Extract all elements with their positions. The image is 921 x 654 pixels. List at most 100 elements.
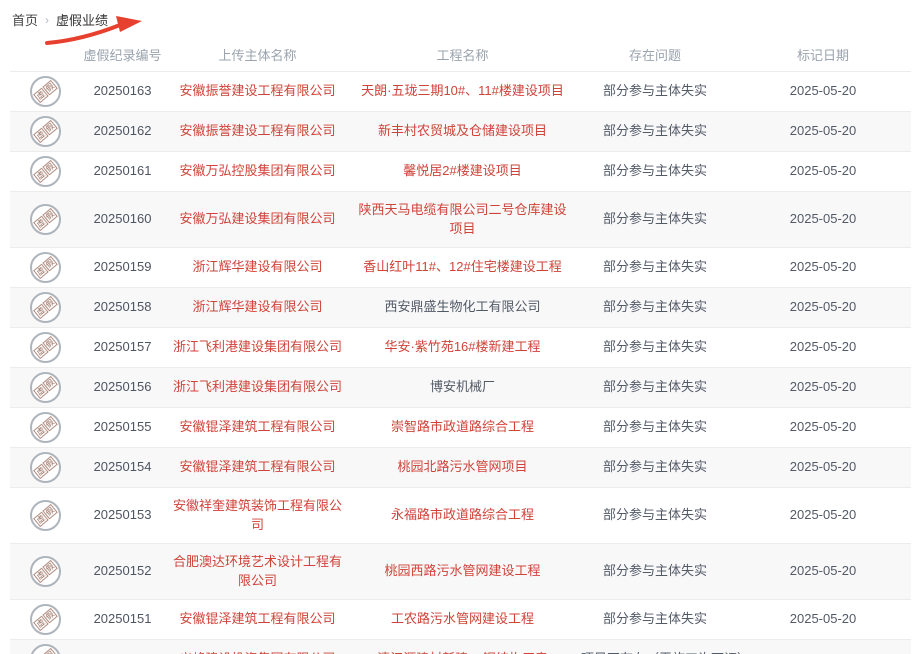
mark-date: 2025-05-20 (735, 599, 911, 639)
fake-records-table: 虚假纪录编号 上传主体名称 工程名称 存在问题 标记日期 虚假 20250163… (10, 39, 911, 654)
record-number: 20250150 (80, 639, 165, 654)
company-link[interactable]: 安徽万弘控股集团有限公司 (179, 163, 335, 178)
problem-text: 部分参与主体失实 (575, 151, 735, 191)
mark-date: 2025-05-20 (735, 191, 911, 247)
problem-text: 部分参与主体失实 (575, 287, 735, 327)
header-icon-spacer (10, 39, 80, 71)
problem-text: 部分参与主体失实 (575, 407, 735, 447)
problem-text: 项目不存在（无施工许可证） (575, 639, 735, 654)
company-link[interactable]: 安徽振誉建设工程有限公司 (179, 123, 335, 138)
problem-text: 部分参与主体失实 (575, 447, 735, 487)
project-link[interactable]: 博安机械厂 (430, 379, 495, 394)
table-header-row: 虚假纪录编号 上传主体名称 工程名称 存在问题 标记日期 (10, 39, 911, 71)
problem-text: 部分参与主体失实 (575, 247, 735, 287)
table-row[interactable]: 虚假 20250157 浙江飞利港建设集团有限公司 华安·紫竹苑16#楼新建工程… (10, 327, 911, 367)
project-link[interactable]: 桃园北路污水管网项目 (397, 459, 527, 474)
problem-text: 部分参与主体失实 (575, 599, 735, 639)
header-problem: 存在问题 (575, 39, 735, 71)
fake-stamp-icon: 虚假 (30, 332, 61, 363)
header-company: 上传主体名称 (165, 39, 350, 71)
company-link[interactable]: 浙江辉华建设有限公司 (192, 259, 322, 274)
table-row[interactable]: 虚假 20250161 安徽万弘控股集团有限公司 馨悦居2#楼建设项目 部分参与… (10, 151, 911, 191)
mark-date: 2025-05-20 (735, 151, 911, 191)
fake-stamp-icon: 虚假 (30, 556, 61, 587)
project-link[interactable]: 华安·紫竹苑16#楼新建工程 (384, 339, 540, 354)
record-number: 20250160 (80, 191, 165, 247)
company-link[interactable]: 安徽锟泽建筑工程有限公司 (179, 611, 335, 626)
table-body: 虚假 20250163 安徽振誉建设工程有限公司 天朗·五珑三期10#、11#楼… (10, 71, 911, 654)
project-link[interactable]: 西安鼎盛生物化工有限公司 (384, 299, 540, 314)
fake-stamp-icon: 虚假 (30, 604, 61, 635)
page: 首页 › 虚假业绩 虚假纪录编号 上传主体名称 工程名称 存在问题 标记日期 (0, 0, 921, 654)
company-link[interactable]: 浙江飞利港建设集团有限公司 (173, 379, 342, 394)
record-number: 20250162 (80, 111, 165, 151)
problem-text: 部分参与主体失实 (575, 367, 735, 407)
table-row[interactable]: 虚假 20250152 合肥澳达环境艺术设计工程有限公司 桃园西路污水管网建设工… (10, 543, 911, 599)
header-date: 标记日期 (735, 39, 911, 71)
project-link[interactable]: 永福路市政道路综合工程 (391, 507, 534, 522)
fake-stamp-icon: 虚假 (30, 644, 61, 654)
table-row[interactable]: 虚假 20250150 义峰建设投资集团有限公司 清江源建材新建2#钢结构厂房 … (10, 639, 911, 654)
project-link[interactable]: 天朗·五珑三期10#、11#楼建设项目 (361, 83, 564, 98)
mark-date: 2025-05-20 (735, 407, 911, 447)
record-number: 20250154 (80, 447, 165, 487)
header-record-number: 虚假纪录编号 (80, 39, 165, 71)
company-link[interactable]: 浙江飞利港建设集团有限公司 (173, 339, 342, 354)
project-link[interactable]: 崇智路市政道路综合工程 (391, 419, 534, 434)
fake-stamp-icon: 虚假 (30, 452, 61, 483)
breadcrumb-current: 虚假业绩 (56, 10, 108, 29)
record-number: 20250161 (80, 151, 165, 191)
problem-text: 部分参与主体失实 (575, 487, 735, 543)
record-number: 20250159 (80, 247, 165, 287)
record-number: 20250152 (80, 543, 165, 599)
project-link[interactable]: 陕西天马电缆有限公司二号仓库建设项目 (358, 202, 566, 237)
project-link[interactable]: 工农路污水管网建设工程 (391, 611, 534, 626)
project-link[interactable]: 新丰村农贸城及仓储建设项目 (378, 123, 547, 138)
fake-stamp-icon: 虚假 (30, 204, 61, 235)
company-link[interactable]: 安徽锟泽建筑工程有限公司 (179, 459, 335, 474)
table-row[interactable]: 虚假 20250159 浙江辉华建设有限公司 香山红叶11#、12#住宅楼建设工… (10, 247, 911, 287)
project-link[interactable]: 馨悦居2#楼建设项目 (403, 163, 521, 178)
company-link[interactable]: 安徽振誉建设工程有限公司 (179, 83, 335, 98)
company-link[interactable]: 安徽祥奎建筑装饰工程有限公司 (173, 498, 342, 533)
mark-date: 2025-05-20 (735, 327, 911, 367)
table-row[interactable]: 虚假 20250158 浙江辉华建设有限公司 西安鼎盛生物化工有限公司 部分参与… (10, 287, 911, 327)
company-link[interactable]: 安徽万弘建设集团有限公司 (179, 211, 335, 226)
record-number: 20250151 (80, 599, 165, 639)
fake-stamp-icon: 虚假 (30, 76, 61, 107)
problem-text: 部分参与主体失实 (575, 111, 735, 151)
fake-stamp-icon: 虚假 (30, 116, 61, 147)
table-row[interactable]: 虚假 20250155 安徽锟泽建筑工程有限公司 崇智路市政道路综合工程 部分参… (10, 407, 911, 447)
table-row[interactable]: 虚假 20250153 安徽祥奎建筑装饰工程有限公司 永福路市政道路综合工程 部… (10, 487, 911, 543)
fake-stamp-icon: 虚假 (30, 412, 61, 443)
table-row[interactable]: 虚假 20250162 安徽振誉建设工程有限公司 新丰村农贸城及仓储建设项目 部… (10, 111, 911, 151)
mark-date: 2025-05-20 (735, 247, 911, 287)
fake-stamp-icon: 虚假 (30, 372, 61, 403)
header-project: 工程名称 (350, 39, 575, 71)
mark-date: 2025-05-20 (735, 487, 911, 543)
mark-date: 2025-05-20 (735, 367, 911, 407)
company-link[interactable]: 安徽锟泽建筑工程有限公司 (179, 419, 335, 434)
table-row[interactable]: 虚假 20250154 安徽锟泽建筑工程有限公司 桃园北路污水管网项目 部分参与… (10, 447, 911, 487)
table-row[interactable]: 虚假 20250160 安徽万弘建设集团有限公司 陕西天马电缆有限公司二号仓库建… (10, 191, 911, 247)
project-link[interactable]: 桃园西路污水管网建设工程 (384, 563, 540, 578)
mark-date: 2025-05-20 (735, 111, 911, 151)
fake-stamp-icon: 虚假 (30, 252, 61, 283)
problem-text: 部分参与主体失实 (575, 71, 735, 111)
problem-text: 部分参与主体失实 (575, 543, 735, 599)
table-row[interactable]: 虚假 20250156 浙江飞利港建设集团有限公司 博安机械厂 部分参与主体失实… (10, 367, 911, 407)
fake-stamp-icon: 虚假 (30, 156, 61, 187)
breadcrumb-separator-icon: › (45, 13, 49, 27)
mark-date: 2025-05-20 (735, 287, 911, 327)
company-link[interactable]: 合肥澳达环境艺术设计工程有限公司 (173, 554, 342, 589)
breadcrumb-home-link[interactable]: 首页 (12, 10, 38, 29)
record-number: 20250158 (80, 287, 165, 327)
fake-stamp-icon: 虚假 (30, 292, 61, 323)
table-row[interactable]: 虚假 20250163 安徽振誉建设工程有限公司 天朗·五珑三期10#、11#楼… (10, 71, 911, 111)
record-number: 20250153 (80, 487, 165, 543)
company-link[interactable]: 浙江辉华建设有限公司 (192, 299, 322, 314)
project-link[interactable]: 香山红叶11#、12#住宅楼建设工程 (363, 259, 561, 274)
table-row[interactable]: 虚假 20250151 安徽锟泽建筑工程有限公司 工农路污水管网建设工程 部分参… (10, 599, 911, 639)
record-number: 20250155 (80, 407, 165, 447)
mark-date: 2025-05-20 (735, 543, 911, 599)
